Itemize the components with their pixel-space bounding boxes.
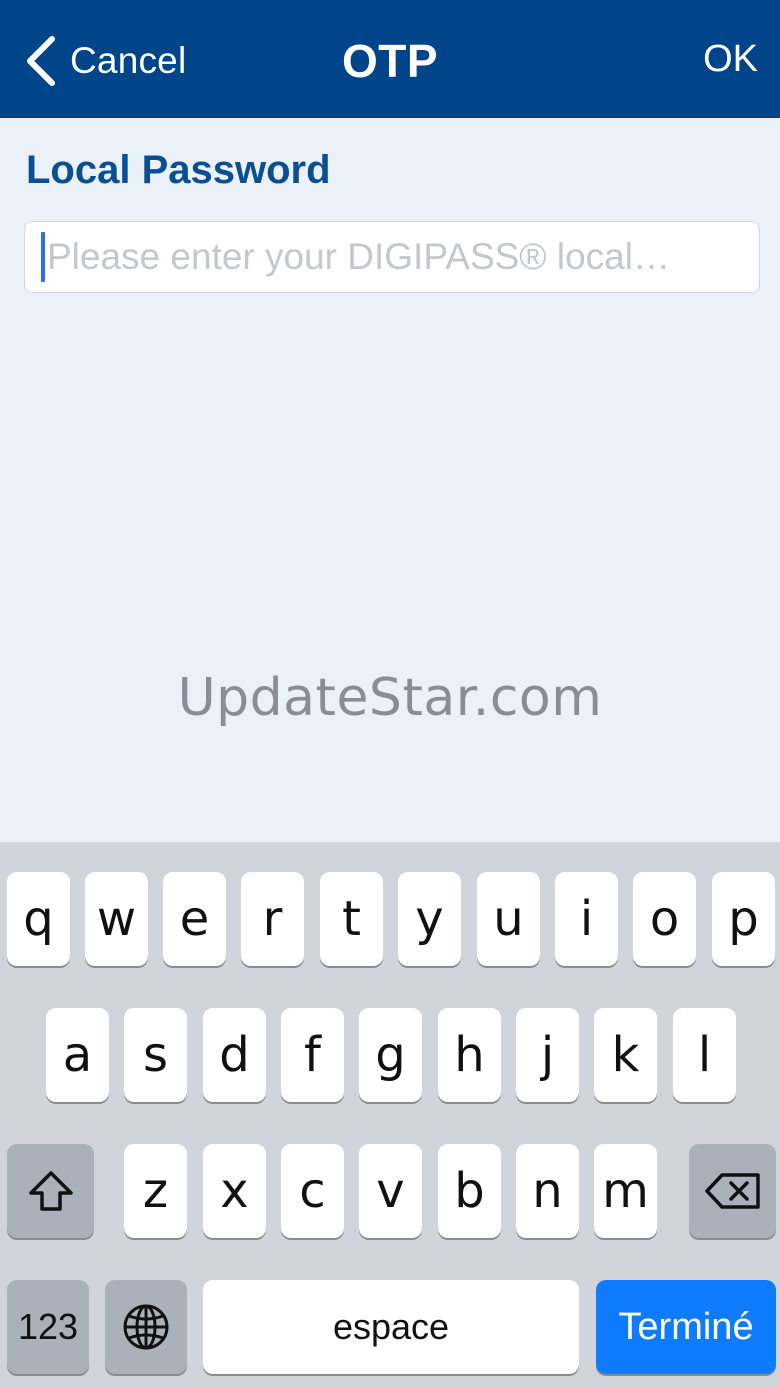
local-password-label: Local Password	[26, 148, 331, 192]
key-s[interactable]: s	[124, 1008, 187, 1102]
shift-icon	[28, 1171, 73, 1211]
key-w[interactable]: w	[85, 872, 148, 966]
key-k[interactable]: k	[594, 1008, 657, 1102]
watermark: UpdateStar.com	[177, 668, 603, 728]
key-e[interactable]: e	[163, 872, 226, 966]
globe-icon	[123, 1304, 169, 1350]
space-key[interactable]: espace	[203, 1280, 579, 1374]
key-a[interactable]: a	[46, 1008, 109, 1102]
globe-key[interactable]	[105, 1280, 187, 1374]
page-title: OTP	[341, 35, 439, 87]
key-h[interactable]: h	[438, 1008, 501, 1102]
key-j[interactable]: j	[516, 1008, 579, 1102]
key-i[interactable]: i	[555, 872, 618, 966]
key-o[interactable]: o	[633, 872, 696, 966]
key-y[interactable]: y	[398, 872, 461, 966]
key-m[interactable]: m	[594, 1144, 657, 1238]
key-l[interactable]: l	[673, 1008, 736, 1102]
key-n[interactable]: n	[516, 1144, 579, 1238]
text-caret	[41, 232, 45, 282]
password-field-container[interactable]	[24, 221, 760, 293]
content-area: Local Password UpdateStar.com	[0, 118, 780, 842]
key-x[interactable]: x	[203, 1144, 266, 1238]
key-f[interactable]: f	[281, 1008, 344, 1102]
numbers-key[interactable]: 123	[7, 1280, 89, 1374]
key-v[interactable]: v	[359, 1144, 422, 1238]
key-b[interactable]: b	[438, 1144, 501, 1238]
keyboard: q w e r t y u i o p a s d f g h j k l z …	[0, 842, 780, 1387]
otp-screen: Cancel OTP OK Local Password UpdateStar.…	[0, 0, 780, 1387]
ok-button[interactable]: OK	[703, 38, 758, 81]
key-t[interactable]: t	[320, 872, 383, 966]
navigation-bar: Cancel OTP OK	[0, 0, 780, 118]
key-c[interactable]: c	[281, 1144, 344, 1238]
key-g[interactable]: g	[359, 1008, 422, 1102]
backspace-icon	[704, 1173, 760, 1209]
local-password-input[interactable]	[47, 236, 737, 278]
key-z[interactable]: z	[124, 1144, 187, 1238]
shift-key[interactable]	[7, 1144, 94, 1238]
backspace-key[interactable]	[689, 1144, 776, 1238]
done-key[interactable]: Terminé	[596, 1280, 776, 1374]
key-p[interactable]: p	[712, 872, 775, 966]
key-u[interactable]: u	[477, 872, 540, 966]
key-q[interactable]: q	[7, 872, 70, 966]
key-d[interactable]: d	[203, 1008, 266, 1102]
key-r[interactable]: r	[241, 872, 304, 966]
